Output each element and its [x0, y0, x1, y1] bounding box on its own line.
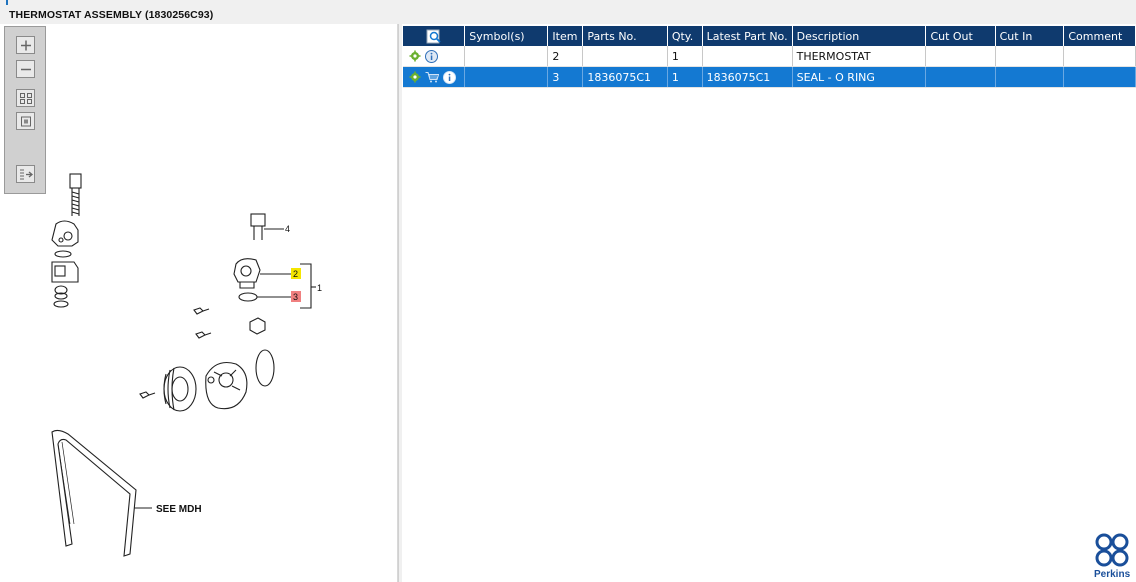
col-header-cut-in[interactable]: Cut In [995, 26, 1065, 46]
zoom-in-icon [21, 40, 31, 51]
cell-symbols [464, 66, 549, 88]
row-actions-cell [403, 46, 466, 67]
cell-parts-no [582, 46, 668, 67]
illustration-panel[interactable]: 4 2 3 1 SEE MDH [0, 24, 398, 582]
perkins-logo-icon [1095, 533, 1129, 567]
actual-size-button[interactable] [16, 112, 35, 130]
bolt-part-4 [250, 213, 284, 240]
gasket-part [255, 349, 275, 387]
cell-qty: 1 [667, 66, 703, 88]
callout-2[interactable]: 2 [293, 269, 298, 279]
brand-name: Perkins [1094, 569, 1131, 580]
bolt-part-left [69, 173, 82, 216]
cell-comment [1063, 46, 1136, 67]
water-pump-part [163, 361, 248, 412]
belt-part [51, 429, 152, 557]
parts-list-panel: Symbol(s) Item Parts No. Qty. Latest Par… [402, 24, 1136, 582]
parts-table: Symbol(s) Item Parts No. Qty. Latest Par… [403, 26, 1136, 88]
fit-all-icon [20, 93, 32, 104]
callout-4[interactable]: 4 [285, 224, 290, 234]
cart-icon[interactable] [425, 71, 439, 83]
nut-part [249, 317, 266, 335]
col-header-parts-no[interactable]: Parts No. [582, 26, 668, 46]
cell-qty: 1 [667, 46, 703, 67]
cell-parts-no: 1836075C1 [582, 66, 668, 88]
col-header-description[interactable]: Description [792, 26, 927, 46]
cell-item: 2 [547, 46, 584, 67]
page-title: THERMOSTAT ASSEMBLY (1830256C93) [9, 9, 214, 21]
search-parts-icon[interactable] [426, 29, 442, 44]
col-header-cut-out[interactable]: Cut Out [925, 26, 996, 46]
info-icon[interactable] [443, 70, 456, 84]
perkins-logo: Perkins [1092, 532, 1134, 580]
top-strip-marker [6, 0, 8, 5]
cell-comment [1063, 66, 1136, 88]
export-list-button[interactable] [16, 165, 35, 183]
cell-latest-part-no [702, 46, 793, 67]
cell-cut-in [995, 66, 1065, 88]
see-mdh-note: SEE MDH [156, 504, 202, 515]
table-row-selected[interactable]: 3 1836075C1 1 1836075C1 SEAL - O RING [403, 66, 1136, 88]
gear-icon[interactable] [409, 71, 421, 83]
cell-symbols [464, 46, 549, 67]
info-icon[interactable] [425, 49, 438, 63]
table-row[interactable]: 2 1 THERMOSTAT [403, 46, 1136, 67]
zoom-out-button[interactable] [16, 60, 35, 78]
col-header-latest-part-no[interactable]: Latest Part No. [702, 26, 793, 46]
cell-cut-out [925, 46, 996, 67]
col-header-comment[interactable]: Comment [1063, 26, 1136, 46]
col-header-item[interactable]: Item [547, 26, 584, 46]
export-list-icon [20, 169, 34, 180]
fit-all-button[interactable] [16, 89, 35, 107]
zoom-in-button[interactable] [16, 36, 35, 54]
zoom-out-icon [21, 68, 31, 71]
exploded-view-drawing[interactable]: 4 2 3 1 SEE MDH [0, 24, 398, 582]
thermostat-part-2 [233, 258, 291, 289]
cell-latest-part-no: 1836075C1 [702, 66, 793, 88]
actual-size-icon [21, 116, 31, 127]
gear-icon[interactable] [409, 50, 421, 62]
row-actions-cell [403, 66, 466, 88]
title-bar: THERMOSTAT ASSEMBLY (1830256C93) [0, 6, 1136, 24]
cell-item: 3 [547, 66, 584, 88]
col-header-symbols[interactable]: Symbol(s) [464, 26, 549, 46]
callout-1[interactable]: 1 [317, 283, 322, 293]
col-header-qty[interactable]: Qty. [667, 26, 703, 46]
viewer-toolbar [4, 26, 46, 194]
cell-cut-out [925, 66, 996, 88]
callout-3[interactable]: 3 [293, 292, 298, 302]
thermostat-housing-left [51, 220, 79, 308]
cell-description: SEAL - O RING [792, 66, 927, 88]
col-header-actions[interactable] [403, 26, 466, 46]
o-ring-part-3 [238, 292, 291, 302]
cell-cut-in [995, 46, 1065, 67]
cell-description: THERMOSTAT [792, 46, 927, 67]
table-header-row: Symbol(s) Item Parts No. Qty. Latest Par… [403, 26, 1136, 46]
